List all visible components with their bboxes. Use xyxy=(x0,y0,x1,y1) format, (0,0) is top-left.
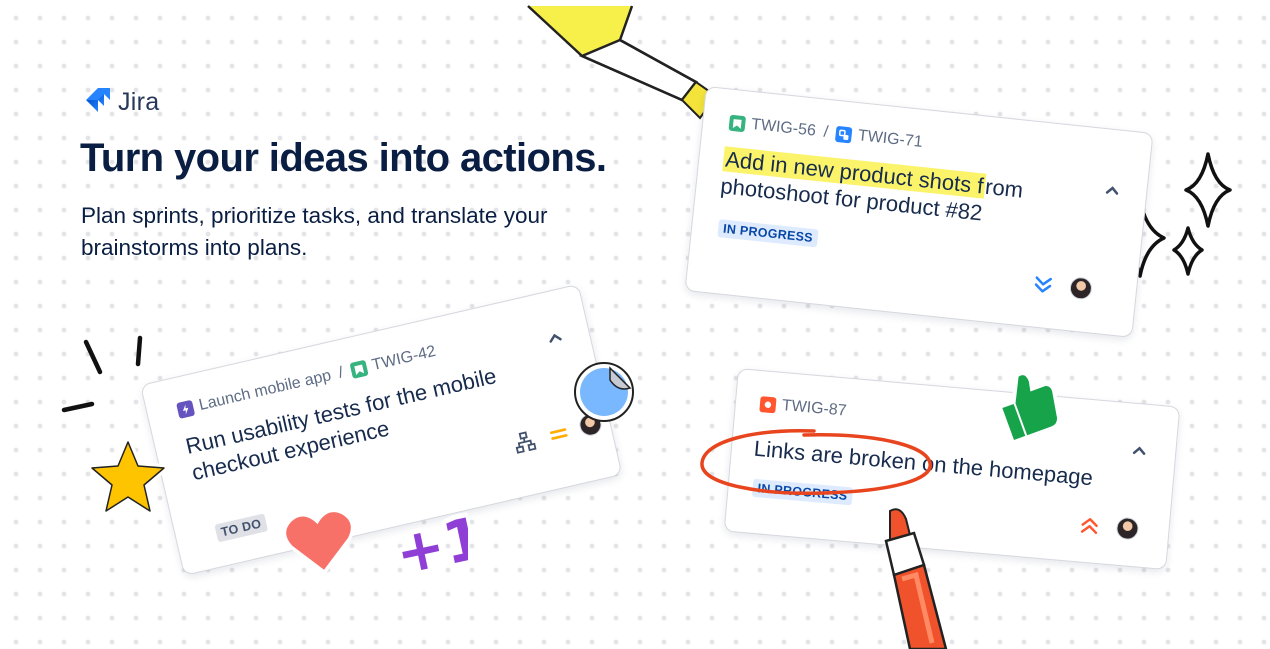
emphasis-strokes-icon xyxy=(61,335,143,413)
assignee-avatar[interactable] xyxy=(1115,516,1140,541)
subtask-icon xyxy=(835,125,853,144)
thumbs-up-icon xyxy=(998,371,1062,444)
breadcrumb-separator: / xyxy=(336,364,345,382)
chevron-up-icon[interactable] xyxy=(546,330,564,345)
story-icon xyxy=(728,114,747,133)
jira-logo-text: Jira xyxy=(118,88,160,116)
lowest-priority-icon xyxy=(1034,276,1052,293)
heart-icon xyxy=(282,508,355,574)
medium-priority-icon xyxy=(549,428,568,440)
assignee-avatar[interactable] xyxy=(1068,276,1093,301)
jira-logo[interactable]: Jira xyxy=(82,86,159,119)
bug-icon xyxy=(759,396,777,414)
plus-one-text: +1 xyxy=(390,503,468,580)
jira-mark-icon xyxy=(82,86,112,119)
parent-issue-key[interactable]: TWIG-56 xyxy=(750,116,816,141)
page-headline: Turn your ideas into actions. xyxy=(80,136,607,180)
highlighter-icon xyxy=(527,5,718,120)
breadcrumb-separator: / xyxy=(822,123,830,141)
issue-card-twig-71[interactable]: TWIG-56 / TWIG-71 Add in new product sho… xyxy=(684,86,1154,338)
issue-key[interactable]: TWIG-42 xyxy=(370,343,437,375)
status-badge[interactable]: IN PROGRESS xyxy=(717,219,819,248)
issue-card-twig-42[interactable]: Launch mobile app / TWIG-42 Run usabilit… xyxy=(140,283,623,576)
star-icon xyxy=(88,438,168,515)
chevron-up-icon[interactable] xyxy=(1131,444,1148,457)
page-subline: Plan sprints, prioritize tasks, and tran… xyxy=(81,203,548,260)
plus-one-sticker: +1 +1 xyxy=(388,498,468,580)
hierarchy-icon xyxy=(515,431,537,454)
issue-key[interactable]: TWIG-87 xyxy=(781,397,847,421)
circle-annotation-icon xyxy=(700,429,932,495)
epic-icon xyxy=(176,399,196,419)
issue-key[interactable]: TWIG-71 xyxy=(857,127,923,152)
chevron-up-icon[interactable] xyxy=(1104,183,1121,197)
status-badge[interactable]: TO DO xyxy=(214,513,268,543)
story-icon xyxy=(349,359,369,379)
issue-title[interactable]: Add in new product shots from photoshoot… xyxy=(719,145,1053,233)
marker-icon xyxy=(884,508,948,649)
high-priority-icon xyxy=(1080,518,1098,535)
blue-sticker-icon xyxy=(574,362,634,422)
